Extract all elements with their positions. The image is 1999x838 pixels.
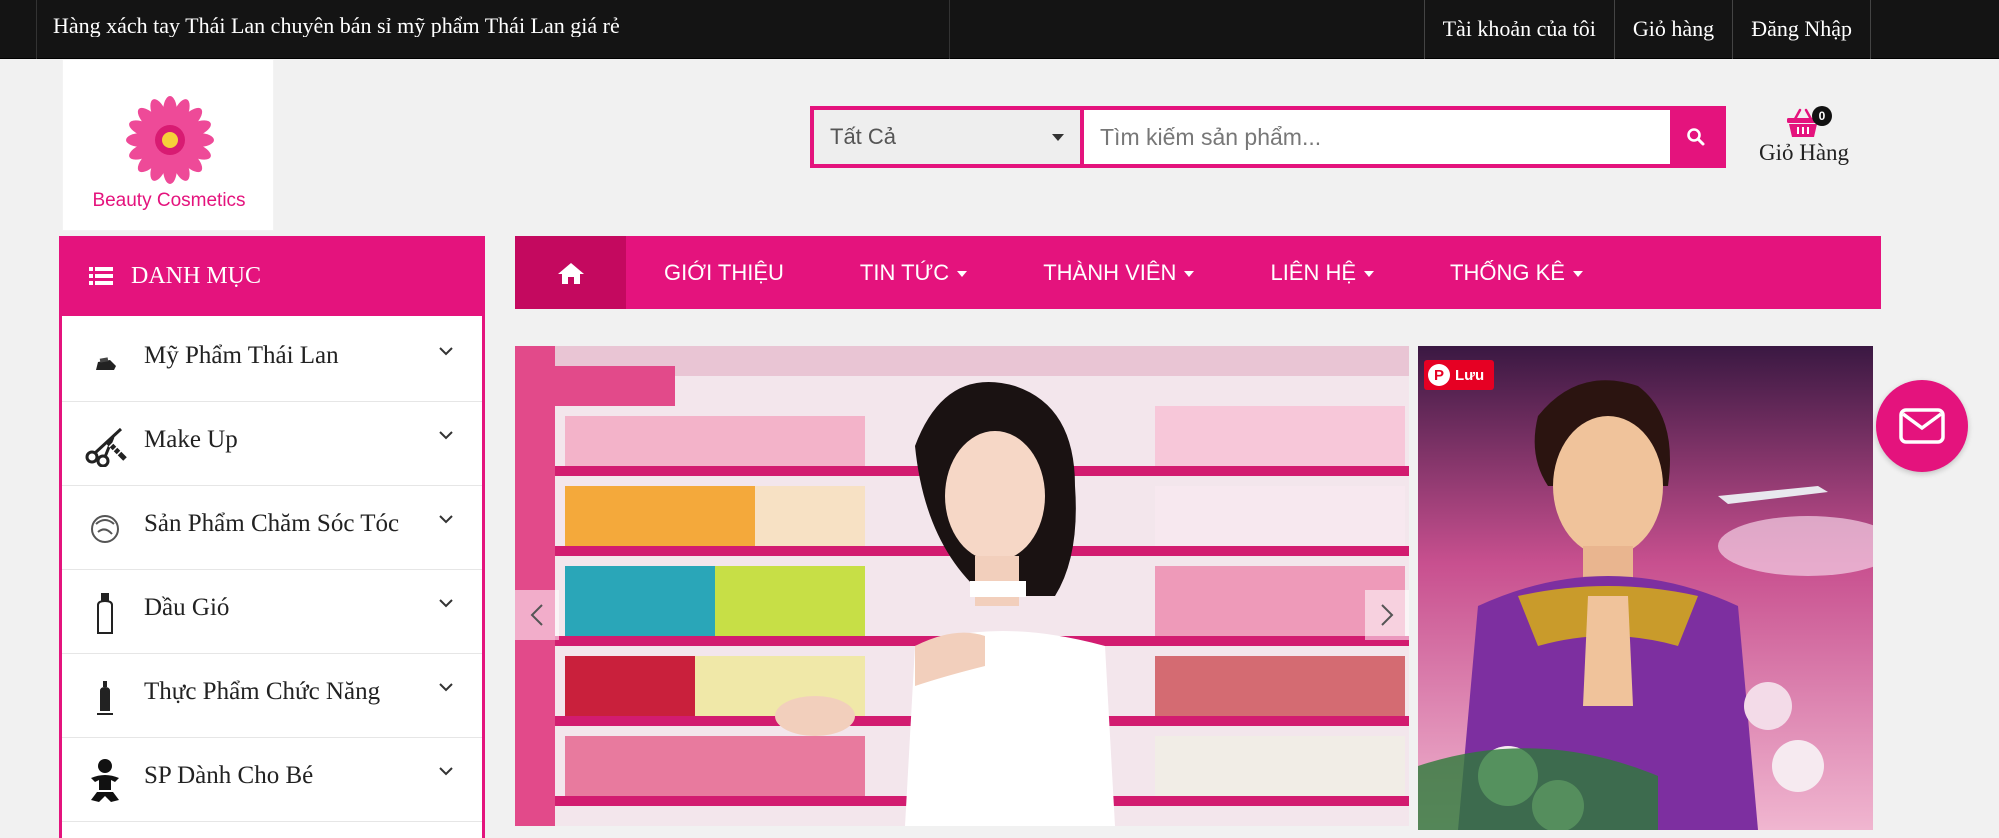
thai-greeting-photo [1418,346,1873,830]
sidebar-item-label: Thực Phẩm Chức Năng [144,678,381,705]
scissors-comb-icon [82,422,128,468]
nav-label: THỐNG KÊ [1450,259,1565,285]
pinterest-save-button[interactable]: P Lưu [1424,360,1494,390]
search-category-value: Tất Cả [830,124,897,149]
supplement-bottle-icon [82,674,128,720]
caret-down-icon [1364,271,1375,277]
cosmetics-store-photo [515,346,1409,826]
caret-down-icon [1184,271,1195,277]
search-button[interactable] [1670,110,1722,164]
nav-label: THÀNH VIÊN [1043,259,1177,285]
pinterest-icon: P [1428,364,1450,386]
sidebar-item-baby[interactable]: SP Dành Cho Bé [62,738,482,822]
list-icon [89,267,113,285]
caret-down-icon [957,271,968,277]
search-category-select[interactable]: Tất Cả [814,110,1080,164]
category-header[interactable]: DANH MỤC [59,236,485,316]
nav-news[interactable]: TIN TỨC [822,236,1005,309]
sidebar-item-makeup[interactable]: Make Up [62,402,482,486]
contact-mail-button[interactable] [1876,380,1968,472]
sidebar-item-label: Sản Phẩm Chăm Sóc Tóc [144,510,400,537]
nav-about[interactable]: GIỚI THIỆU [626,236,822,309]
hair-care-icon [82,506,128,552]
envelope-icon [1899,408,1945,444]
sidebar-item-label: Make Up [144,426,238,453]
chevron-down-icon [439,683,453,692]
oil-bottle-icon [82,590,128,636]
chevron-down-icon [439,515,453,524]
nav-stats[interactable]: THỐNG KÊ [1412,236,1621,309]
sidebar-item-hair-care[interactable]: Sản Phẩm Chăm Sóc Tóc [62,486,482,570]
search-input[interactable] [1084,110,1670,164]
sidebar-item-supplements[interactable]: Thực Phẩm Chức Năng [62,654,482,738]
announcement-marquee: Hàng xách tay Thái Lan chuyên bán sỉ mỹ … [36,0,950,59]
sidebar-item-thai-cosmetics[interactable]: Mỹ Phẩm Thái Lan [62,318,482,402]
side-promo-banner[interactable]: P Lưu [1418,346,1873,830]
cart-label: Giỏ Hàng [1758,140,1850,165]
site-logo[interactable]: Beauty Cosmetics [62,59,274,231]
header-cart[interactable]: 0 Giỏ Hàng [1748,104,1860,174]
chevron-down-icon [439,431,453,440]
baby-icon [82,758,128,804]
account-links: Tài khoản của tôi Giỏ hàng Đăng Nhập [1423,0,1871,59]
cart-link[interactable]: Giỏ hàng [1613,0,1734,59]
category-sidebar: DANH MỤC Mỹ Phẩm Thái Lan Make Up Sản Ph… [59,236,485,838]
chevron-down-icon [439,767,453,776]
nav-label: GIỚI THIỆU [664,259,784,285]
hero-slider[interactable] [515,346,1409,826]
chevron-down-icon [439,347,453,356]
chevron-left-icon [530,604,543,626]
sidebar-item-label: SP Dành Cho Bé [144,762,314,789]
announcement-text: Hàng xách tay Thái Lan chuyên bán sỉ mỹ … [53,13,620,38]
slider-next-button[interactable] [1365,590,1409,640]
login-link[interactable]: Đăng Nhập [1732,0,1871,59]
caret-down-icon [1052,134,1064,141]
lipstick-icon [82,338,128,384]
logo-text: Beauty Cosmetics [92,190,246,211]
top-bar: Hàng xách tay Thái Lan chuyên bán sỉ mỹ … [0,0,1999,59]
nav-members[interactable]: THÀNH VIÊN [1005,236,1232,309]
search-icon [1687,128,1705,146]
flower-logo-icon [126,96,214,184]
home-icon [557,262,584,284]
sidebar-item-label: Mỹ Phẩm Thái Lan [144,342,339,369]
chevron-right-icon [1381,604,1394,626]
sidebar-item-oil[interactable]: Dầu Gió [62,570,482,654]
cart-count-badge: 0 [1812,106,1832,126]
main-nav: GIỚI THIỆU TIN TỨC THÀNH VIÊN LIÊN HỆ TH… [515,236,1881,309]
slider-prev-button[interactable] [515,590,559,640]
nav-label: TIN TỨC [859,259,950,285]
pin-label: Lưu [1455,366,1485,384]
caret-down-icon [1572,271,1583,277]
search-bar: Tất Cả [810,106,1726,168]
category-title: DANH MỤC [131,262,262,289]
my-account-link[interactable]: Tài khoản của tôi [1423,0,1615,59]
nav-home[interactable] [515,236,626,309]
nav-contact[interactable]: LIÊN HỆ [1232,236,1412,309]
sidebar-item-label: Dầu Gió [144,594,230,621]
chevron-down-icon [439,599,453,608]
nav-label: LIÊN HỆ [1270,259,1357,285]
